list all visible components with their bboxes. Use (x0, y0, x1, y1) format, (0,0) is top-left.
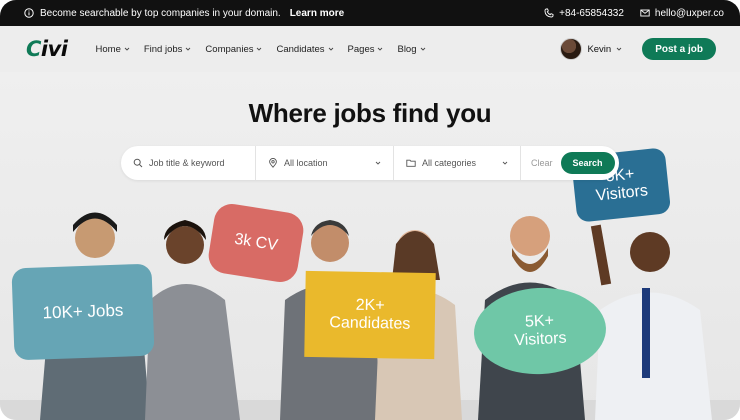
announcement-text: Become searchable by top companies in yo… (40, 7, 281, 19)
phone-contact[interactable]: +84-65854332 (544, 8, 624, 19)
chevron-down-icon (328, 47, 333, 51)
keyword-placeholder: Job title & keyword (149, 158, 225, 168)
chevron-down-icon (616, 47, 622, 51)
location-value: All location (284, 158, 328, 168)
nav-find-jobs[interactable]: Find jobs (144, 44, 192, 55)
job-search-bar: Job title & keyword All location All cat… (121, 146, 619, 180)
clear-button[interactable]: Clear (531, 158, 553, 168)
nav-blog[interactable]: Blog (397, 44, 425, 55)
mail-icon (640, 9, 650, 17)
candidates-count-sign: 2K+ Candidates (304, 270, 436, 360)
chevron-down-icon (257, 47, 262, 51)
chevron-down-icon (186, 47, 191, 51)
top-announcement-bar: Become searchable by top companies in yo… (0, 0, 740, 26)
category-select[interactable]: All categories (394, 146, 521, 180)
jobs-count-sign: 10K+ Jobs (11, 263, 155, 361)
phone-icon (544, 8, 554, 18)
contact-info: +84-65854332 hello@uxper.co (544, 8, 724, 19)
nav-companies[interactable]: Companies (205, 44, 262, 55)
nav-candidates[interactable]: Candidates (276, 44, 333, 55)
folder-icon (406, 159, 416, 167)
email-contact[interactable]: hello@uxper.co (640, 8, 724, 19)
keyword-search-field[interactable]: Job title & keyword (121, 146, 256, 180)
email-address: hello@uxper.co (654, 7, 724, 19)
chevron-down-icon (420, 47, 425, 51)
avatar (560, 38, 583, 60)
learn-more-link[interactable]: Learn more (290, 8, 344, 19)
civi-logo[interactable]: Civi (26, 37, 68, 61)
location-pin-icon (269, 158, 277, 168)
location-select[interactable]: All location (256, 146, 394, 180)
nav-pages[interactable]: Pages (348, 44, 384, 55)
category-value: All categories (422, 158, 477, 168)
page-frame: Become searchable by top companies in yo… (0, 0, 740, 420)
chevron-down-icon (124, 47, 130, 51)
chevron-down-icon (378, 47, 383, 51)
search-button[interactable]: Search (560, 152, 615, 174)
chevron-down-icon (375, 161, 381, 165)
main-header: Civi Home Find jobs Companies Candidates… (0, 26, 740, 72)
announcement: Become searchable by top companies in yo… (24, 8, 344, 19)
cv-count-sign: 3k CV (206, 201, 306, 285)
nav-home[interactable]: Home (96, 44, 130, 55)
post-job-button[interactable]: Post a job (642, 38, 716, 60)
phone-number: +84-65854332 (559, 7, 624, 19)
hero-title: Where jobs find you (248, 98, 492, 128)
main-nav: Home Find jobs Companies Candidates Page… (96, 44, 426, 55)
user-menu[interactable]: Kevin (560, 38, 622, 60)
user-name: Kevin (587, 43, 612, 55)
chevron-down-icon (502, 161, 508, 165)
header-actions: Kevin Post a job (560, 38, 716, 60)
search-icon (133, 158, 143, 168)
info-icon (24, 8, 34, 18)
